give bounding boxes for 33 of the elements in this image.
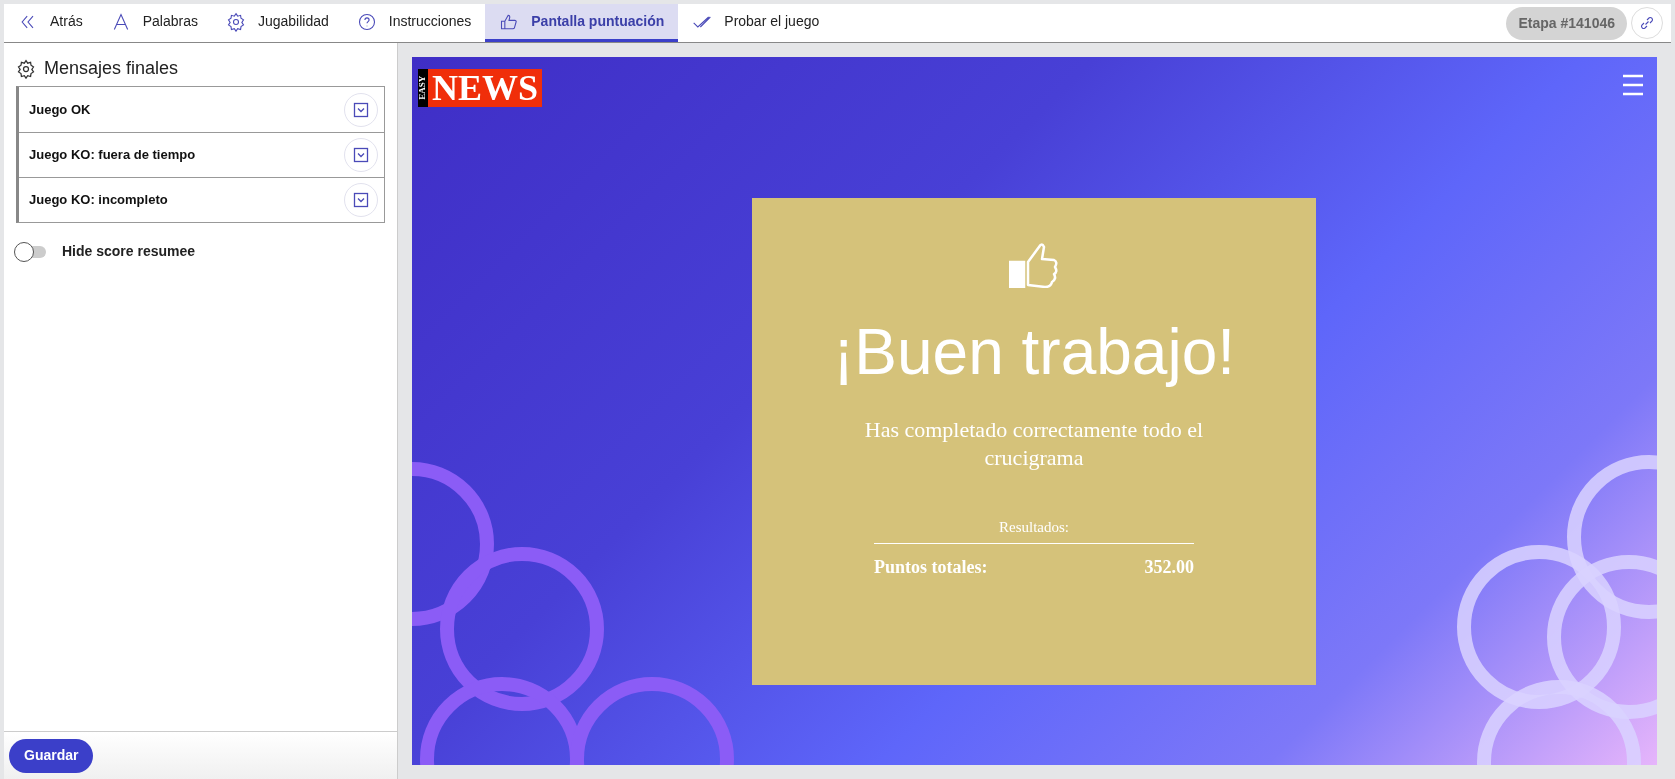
expand-button[interactable] [344, 183, 378, 217]
settings-icon [225, 11, 246, 32]
chevron-icon [353, 101, 369, 118]
heading: ¡Buen trabajo! [833, 315, 1235, 390]
settings-icon [16, 58, 36, 79]
logo-text: EASY [416, 76, 429, 100]
tab[interactable]: Pantalla puntuación [485, 4, 679, 42]
chevron-icon [353, 147, 369, 163]
message-title: Juego KO: incompleto [29, 191, 168, 210]
stage-badge: Etapa #141046 [1506, 6, 1627, 40]
expand-button[interactable] [344, 92, 378, 127]
save-button[interactable]: Guardar [9, 738, 94, 773]
tab[interactable]: Instrucciones [342, 4, 486, 42]
message-title: Juego OK [29, 100, 91, 119]
expand-button[interactable] [344, 138, 378, 172]
results-label: Resultados: [999, 518, 1069, 537]
link-icon [1638, 14, 1656, 32]
tab[interactable]: Atrás [4, 4, 97, 42]
panel-title: Mensajes finales [44, 57, 179, 80]
help-icon [356, 11, 377, 32]
logo-text: NEWS [432, 70, 539, 106]
toggle-label: Hide score resumee [62, 242, 196, 261]
chevron-icon [353, 192, 369, 208]
score-label: Puntos totales: [874, 555, 988, 579]
message-title: Juego KO: fuera de tiempo [29, 146, 196, 165]
tab[interactable]: Jugabilidad [211, 4, 343, 42]
score-value: 352.00 [1144, 555, 1194, 579]
menu-icon[interactable] [1621, 73, 1645, 97]
tab[interactable]: Palabras [96, 4, 212, 42]
message-text: Has completado correctamente todo el crucigrama [863, 416, 1205, 472]
thumbs-up-icon [1009, 242, 1059, 288]
tab[interactable]: Probar el juego [678, 4, 834, 42]
link-button[interactable] [1631, 7, 1663, 39]
